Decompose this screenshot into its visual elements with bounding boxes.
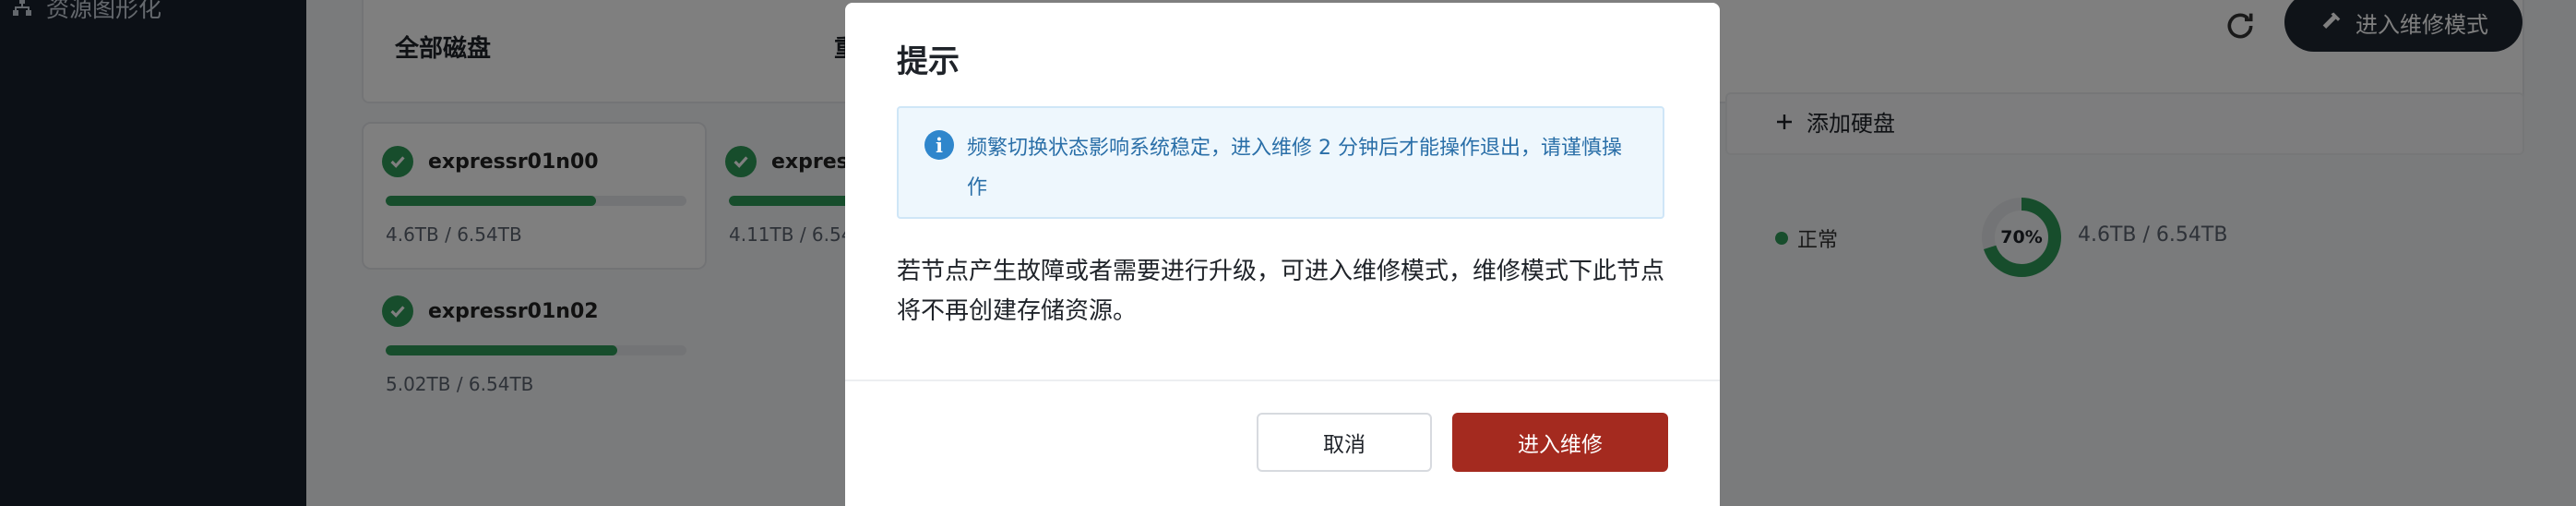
info-alert: i 频繁切换状态影响系统稳定，进入维修 2 分钟后才能操作退出，请谨慎操作	[897, 106, 1664, 219]
dialog-message: 若节点产生故障或者需要进行升级，可进入维修模式，维修模式下此节点将不再创建存储资…	[897, 258, 1665, 325]
dialog-title: 提示	[897, 43, 960, 80]
info-icon: i	[924, 130, 954, 160]
divider	[845, 380, 1720, 381]
cancel-button[interactable]: 取消	[1257, 413, 1432, 472]
info-alert-text: 频繁切换状态影响系统稳定，进入维修 2 分钟后才能操作退出，请谨慎操作	[967, 137, 1622, 199]
confirm-maintenance-button[interactable]: 进入维修	[1452, 413, 1668, 472]
maintenance-dialog: 提示 i 频繁切换状态影响系统稳定，进入维修 2 分钟后才能操作退出，请谨慎操作…	[845, 3, 1720, 506]
